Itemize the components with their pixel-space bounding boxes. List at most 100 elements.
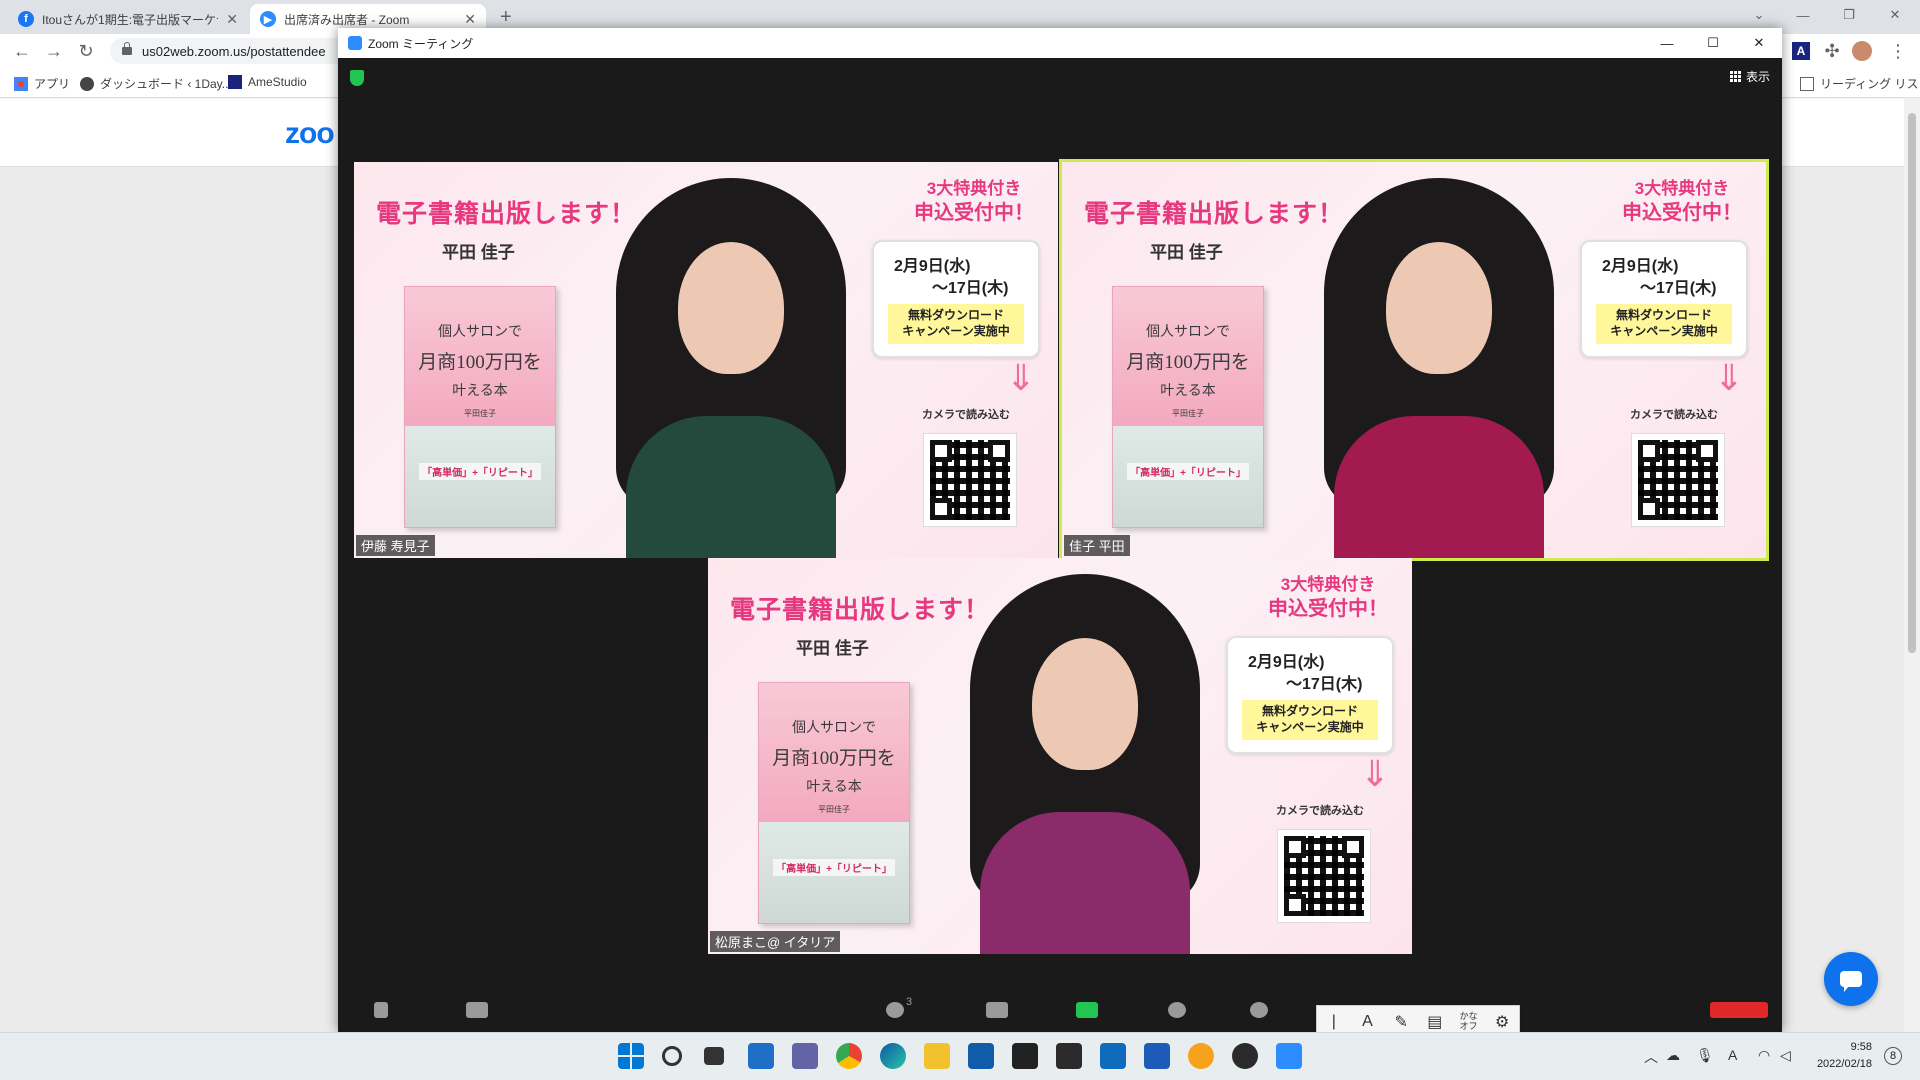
extension-a-icon[interactable]: A	[1792, 42, 1810, 60]
edge-icon[interactable]	[880, 1043, 906, 1069]
file-explorer-icon[interactable]	[924, 1043, 950, 1069]
book-title-line: 月商100万円を	[418, 352, 542, 373]
book-cover: 個人サロンで 月商100万円を 叶える本 平田佳子 「高単価」+「リピート」	[404, 286, 556, 528]
video-icon[interactable]	[466, 1002, 488, 1018]
mic-icon[interactable]: 🎙	[1696, 1047, 1714, 1064]
app-dark-icon[interactable]	[1232, 1043, 1258, 1069]
bookmark-dashboard[interactable]: ダッシュボード ‹ 1Day...	[80, 75, 232, 92]
task-view-icon[interactable]	[704, 1047, 724, 1065]
leave-button[interactable]	[1710, 1002, 1768, 1018]
search-icon[interactable]	[662, 1046, 682, 1066]
store-icon[interactable]	[968, 1043, 994, 1069]
video-tile[interactable]: 電子書籍出版します！ 平田 佳子 個人サロンで 月商100万円を 叶える本 平田佳子 「高単…	[1059, 159, 1769, 561]
date-start: 2月9日(水)	[894, 258, 971, 275]
book-author: 平田佳子	[464, 409, 496, 418]
promo-line: 3大特典付き	[926, 179, 1022, 198]
banner-headline: 電子書籍出版します！	[376, 200, 637, 228]
banner-headline: 電子書籍出版します！	[730, 596, 991, 624]
notification-badge[interactable]: 8	[1884, 1047, 1902, 1065]
close-tab-icon[interactable]: ✕	[226, 11, 238, 28]
view-button[interactable]: 表示	[1729, 68, 1770, 85]
close-window-button[interactable]: ✕	[1872, 0, 1918, 30]
ime-grip-icon[interactable]: |	[1317, 1013, 1351, 1031]
face	[678, 242, 784, 374]
profile-avatar[interactable]	[1852, 41, 1872, 61]
tab-facebook[interactable]: f Itouさんが1期生:電子出版マーケティ ✕	[8, 4, 248, 34]
minimize-button[interactable]: —	[1780, 0, 1826, 30]
page-scrollbar[interactable]	[1904, 99, 1920, 1032]
download-line: キャンペーン実施中	[1610, 323, 1718, 338]
date-card: 2月9日(水) ～17日(木) 無料ダウンロード キャンペーン実施中	[872, 240, 1040, 358]
widgets-icon[interactable]	[748, 1043, 774, 1069]
start-icon[interactable]	[618, 1043, 644, 1069]
notepad-icon[interactable]	[1144, 1043, 1170, 1069]
video-tile[interactable]: 電子書籍出版します！ 平田 佳子 個人サロンで 月商100万円を 叶える本 平田佳子 「高単…	[354, 162, 1058, 558]
body	[626, 416, 836, 558]
reload-icon[interactable]: ↻	[74, 39, 98, 63]
forward-icon[interactable]: →	[42, 39, 66, 63]
clock-date: 2022/02/18	[1816, 1057, 1872, 1070]
mail-icon[interactable]	[1100, 1043, 1126, 1069]
record-icon[interactable]	[1168, 1002, 1186, 1018]
download-line: キャンペーン実施中	[1256, 719, 1364, 734]
zoom-minimize-button[interactable]: —	[1644, 28, 1690, 58]
zoom-logo[interactable]: zoo	[285, 117, 335, 151]
participants-icon[interactable]	[886, 1002, 904, 1018]
chat-button[interactable]	[1824, 952, 1878, 1006]
download-campaign-label: 無料ダウンロード キャンペーン実施中	[1242, 700, 1378, 740]
down-arrow-icon: ⇓	[1359, 753, 1390, 794]
clock-time: 9:58	[1850, 1041, 1872, 1053]
app-orange-icon[interactable]	[1188, 1043, 1214, 1069]
zoom-title-bar: Zoom ミーティング — ☐ ✕	[338, 28, 1782, 58]
scrollbar-thumb[interactable]	[1908, 113, 1916, 653]
promo-heading: 3大特典付き 申込受付中！	[1622, 178, 1742, 226]
extensions-puzzle-icon[interactable]: ✣	[1820, 39, 1844, 63]
tray-chevron-icon[interactable]: ︿	[1644, 1047, 1658, 1067]
participants-count: 3	[906, 996, 913, 1008]
restore-button[interactable]: ❐	[1826, 0, 1872, 30]
onedrive-icon[interactable]: ☁	[1666, 1047, 1680, 1064]
wifi-icon[interactable]: ◠	[1758, 1047, 1770, 1064]
tab-search-icon[interactable]: ⌄	[1736, 0, 1782, 30]
bookmark-apps[interactable]: アプリ	[14, 75, 70, 92]
encryption-shield-icon[interactable]	[350, 70, 364, 86]
chat-icon[interactable]	[986, 1002, 1008, 1018]
download-campaign-label: 無料ダウンロード キャンペーン実施中	[1596, 304, 1732, 344]
reactions-icon[interactable]	[1250, 1002, 1268, 1018]
terminal-icon[interactable]	[1056, 1043, 1082, 1069]
bookmark-label: アプリ	[34, 77, 71, 91]
facebook-icon: f	[18, 11, 34, 27]
close-tab-icon[interactable]: ✕	[464, 11, 476, 28]
zoom-maximize-button[interactable]: ☐	[1690, 28, 1736, 58]
back-icon[interactable]: ←	[10, 39, 34, 63]
reading-list[interactable]: リーディング リスト	[1800, 75, 1920, 92]
mute-icon[interactable]	[374, 1002, 388, 1018]
ime-dictionary-icon[interactable]: ▤	[1418, 1012, 1452, 1032]
download-line: 無料ダウンロード	[907, 308, 1004, 322]
ime-settings-gear-icon[interactable]: ⚙	[1485, 1012, 1519, 1032]
share-screen-icon[interactable]	[1076, 1002, 1098, 1018]
video-tile[interactable]: 電子書籍出版します！ 平田 佳子 個人サロンで 月商100万円を 叶える本 平田佳子 「高単…	[708, 558, 1412, 954]
ime-indicator[interactable]: A	[1728, 1047, 1737, 1063]
book-title-line: 個人サロンで	[438, 325, 522, 340]
zoom-taskbar-icon[interactable]	[1276, 1043, 1302, 1069]
apps-icon	[14, 76, 28, 91]
clock[interactable]: 9:58 2022/02/18	[1810, 1039, 1872, 1072]
ime-handwriting-icon[interactable]: ✎	[1384, 1012, 1418, 1032]
date-start: 2月9日(水)	[1602, 258, 1679, 275]
chrome-icon[interactable]	[836, 1043, 862, 1069]
grid-view-icon	[1729, 71, 1741, 82]
bookmark-amestudio[interactable]: AmeStudio	[228, 75, 307, 89]
zoom-icon: ▶	[260, 11, 276, 27]
app-icon[interactable]	[1012, 1043, 1038, 1069]
ime-kana-toggle[interactable]: かな オフ	[1452, 1011, 1486, 1032]
new-tab-button[interactable]: +	[500, 6, 512, 29]
body	[980, 812, 1190, 954]
menu-kebab-icon[interactable]: ⋮	[1886, 39, 1910, 63]
qr-finder	[1696, 440, 1718, 462]
volume-icon[interactable]: ◁	[1780, 1047, 1791, 1064]
date-end: ～17日(木)	[932, 280, 1009, 297]
zoom-close-button[interactable]: ✕	[1736, 28, 1782, 58]
ime-mode[interactable]: A	[1351, 1013, 1385, 1031]
teams-chat-icon[interactable]	[792, 1043, 818, 1069]
